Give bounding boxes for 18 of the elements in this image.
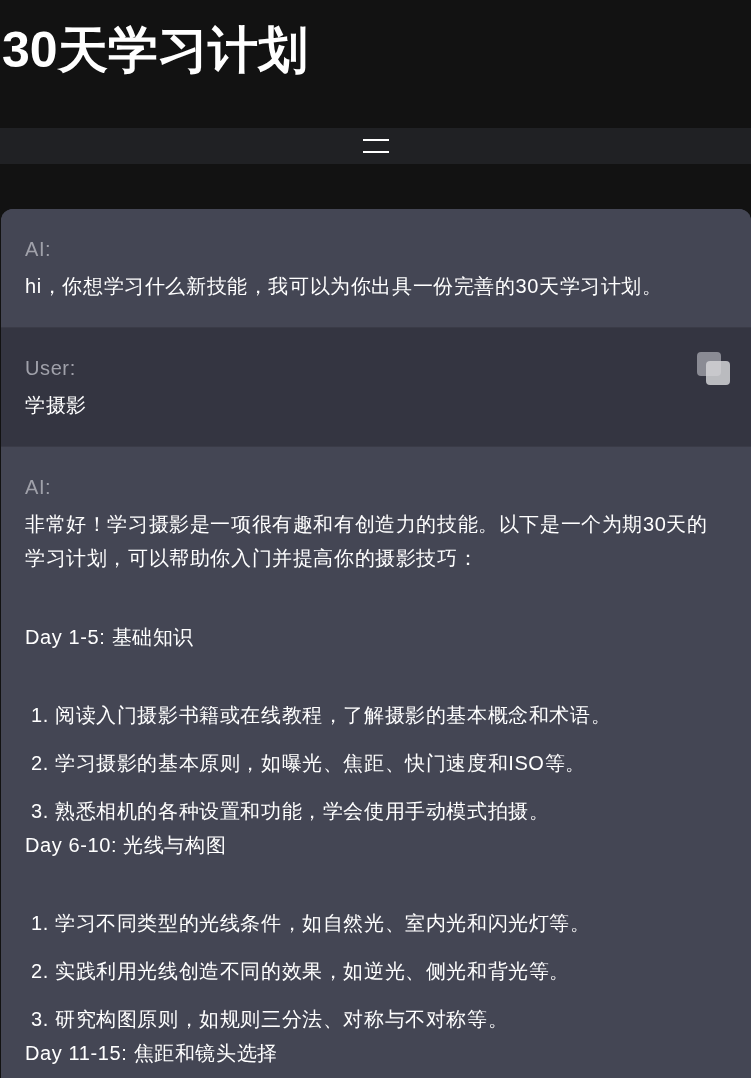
- message-text: 非常好！学习摄影是一项很有趣和有创造力的技能。以下是一个为期30天的学习计划，可以帮助你入门并提高你的摄影技巧：: [25, 512, 709, 571]
- list-item: 1. 学习不同类型的光线条件，如自然光、室内光和闪光灯等。: [31, 911, 592, 936]
- sender-label: User:: [25, 356, 76, 381]
- sender-label: AI:: [25, 237, 52, 262]
- copy-icon[interactable]: [697, 352, 731, 386]
- day-heading: Day 6-10: 光线与构图: [25, 833, 228, 858]
- message-text: hi，你想学习什么新技能，我可以为你出具一份完善的30天学习计划。: [25, 274, 664, 299]
- menu-icon[interactable]: [362, 138, 389, 154]
- message-text: 学摄影: [25, 393, 88, 418]
- list-item: 3. 熟悉相机的各种设置和功能，学会使用手动模式拍摄。: [31, 799, 551, 824]
- list-item: 3. 研究构图原则，如规则三分法、对称与不对称等。: [31, 1007, 510, 1032]
- list-item: 2. 实践利用光线创造不同的效果，如逆光、侧光和背光等。: [31, 959, 572, 984]
- day-heading: Day 11-15: 焦距和镜头选择: [25, 1041, 279, 1066]
- list-item: 2. 学习摄影的基本原则，如曝光、焦距、快门速度和ISO等。: [31, 751, 587, 776]
- list-item: 1. 阅读入门摄影书籍或在线教程，了解摄影的基本概念和术语。: [31, 703, 613, 728]
- page-title: 30天学习计划: [1, 21, 309, 80]
- sender-label: AI:: [25, 475, 52, 500]
- day-heading: Day 1-5: 基础知识: [25, 625, 195, 650]
